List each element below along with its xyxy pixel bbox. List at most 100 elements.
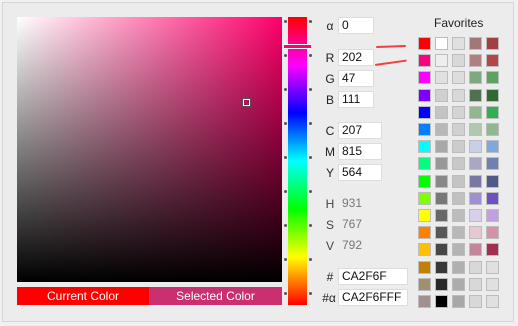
favorite-swatch[interactable] [469,157,482,170]
favorite-swatch[interactable] [486,71,499,84]
favorite-swatch[interactable] [435,140,448,153]
favorite-swatch[interactable] [469,123,482,136]
favorite-swatch[interactable] [418,192,431,205]
favorite-swatch[interactable] [486,278,499,291]
hue-slider[interactable] [288,17,307,305]
favorite-swatch[interactable] [435,123,448,136]
favorite-swatch[interactable] [469,140,482,153]
favorite-swatch[interactable] [486,192,499,205]
favorite-swatch[interactable] [435,226,448,239]
favorite-swatch[interactable] [435,157,448,170]
c-label: C [325,124,335,138]
c-field[interactable]: 207 [338,122,382,139]
favorite-swatch[interactable] [469,278,482,291]
favorite-swatch[interactable] [418,37,431,50]
favorite-swatch[interactable] [469,175,482,188]
favorite-swatch[interactable] [418,106,431,119]
favorite-swatch[interactable] [469,89,482,102]
favorite-swatch[interactable] [486,209,499,222]
favorite-swatch[interactable] [486,37,499,50]
favorite-swatch[interactable] [469,192,482,205]
favorite-swatch[interactable] [418,261,431,274]
favorite-swatch[interactable] [452,278,465,291]
r-field[interactable]: 202 [338,49,374,66]
favorite-swatch[interactable] [452,261,465,274]
favorite-swatch[interactable] [418,71,431,84]
m-field[interactable]: 815 [338,143,382,160]
favorite-swatch[interactable] [418,140,431,153]
favorite-swatch[interactable] [435,106,448,119]
favorite-swatch[interactable] [486,261,499,274]
favorite-swatch[interactable] [418,175,431,188]
favorite-swatch[interactable] [435,37,448,50]
favorite-swatch[interactable] [486,106,499,119]
alpha-field[interactable]: 0 [338,17,374,34]
b-label: B [325,93,334,107]
favorite-swatch[interactable] [486,157,499,170]
b-field[interactable]: 111 [338,91,374,108]
g-field[interactable]: 47 [338,70,374,87]
favorite-swatch[interactable] [435,261,448,274]
favorite-swatch[interactable] [435,71,448,84]
favorite-swatch[interactable] [452,106,465,119]
favorite-swatch[interactable] [469,261,482,274]
sv-cursor-handle[interactable] [242,98,251,107]
favorite-swatch[interactable] [418,123,431,136]
favorite-swatch[interactable] [486,140,499,153]
favorite-swatch[interactable] [469,106,482,119]
favorite-swatch[interactable] [486,243,499,256]
favorite-swatch[interactable] [435,54,448,67]
favorite-swatch[interactable] [469,226,482,239]
favorite-swatch[interactable] [469,54,482,67]
favorite-swatch[interactable] [452,243,465,256]
favorite-swatch[interactable] [486,54,499,67]
favorite-swatch[interactable] [435,295,448,308]
favorite-swatch[interactable] [435,192,448,205]
favorite-swatch[interactable] [418,54,431,67]
favorite-swatch[interactable] [469,243,482,256]
favorite-swatch[interactable] [452,140,465,153]
favorite-swatch[interactable] [486,295,499,308]
favorite-swatch[interactable] [452,123,465,136]
favorite-swatch[interactable] [435,175,448,188]
favorite-swatch[interactable] [435,209,448,222]
favorite-swatch[interactable] [452,209,465,222]
favorite-swatch[interactable] [469,37,482,50]
hue-tick-mark [309,292,312,295]
hex-field[interactable]: CA2F6F [338,268,408,285]
favorite-swatch[interactable] [486,123,499,136]
favorite-swatch[interactable] [452,157,465,170]
favorite-swatch[interactable] [452,89,465,102]
favorite-swatch[interactable] [452,226,465,239]
favorite-swatch[interactable] [418,243,431,256]
favorite-swatch[interactable] [418,295,431,308]
favorite-swatch[interactable] [452,192,465,205]
favorite-swatch[interactable] [469,295,482,308]
hue-tick-mark [309,190,312,193]
favorite-swatch[interactable] [469,71,482,84]
favorite-swatch[interactable] [418,278,431,291]
v-field: 792 [342,238,363,252]
hue-slider-handle[interactable] [284,44,311,49]
favorite-swatch[interactable] [486,175,499,188]
hue-tick-mark [284,224,287,227]
favorite-swatch[interactable] [452,54,465,67]
favorite-swatch[interactable] [418,89,431,102]
favorite-swatch[interactable] [418,226,431,239]
saturation-value-square[interactable] [17,17,282,282]
favorite-swatch[interactable] [469,209,482,222]
y-field[interactable]: 564 [338,164,382,181]
favorite-swatch[interactable] [486,89,499,102]
favorite-swatch[interactable] [452,37,465,50]
hex-alpha-field[interactable]: CA2F6FFF [338,289,408,306]
favorite-swatch[interactable] [418,209,431,222]
favorite-swatch[interactable] [435,278,448,291]
favorite-swatch[interactable] [452,175,465,188]
favorite-swatch[interactable] [435,89,448,102]
favorite-swatch[interactable] [435,243,448,256]
hue-tick-mark [309,224,312,227]
favorite-swatch[interactable] [418,157,431,170]
favorite-swatch[interactable] [452,295,465,308]
favorite-swatch[interactable] [452,71,465,84]
favorite-swatch[interactable] [486,226,499,239]
